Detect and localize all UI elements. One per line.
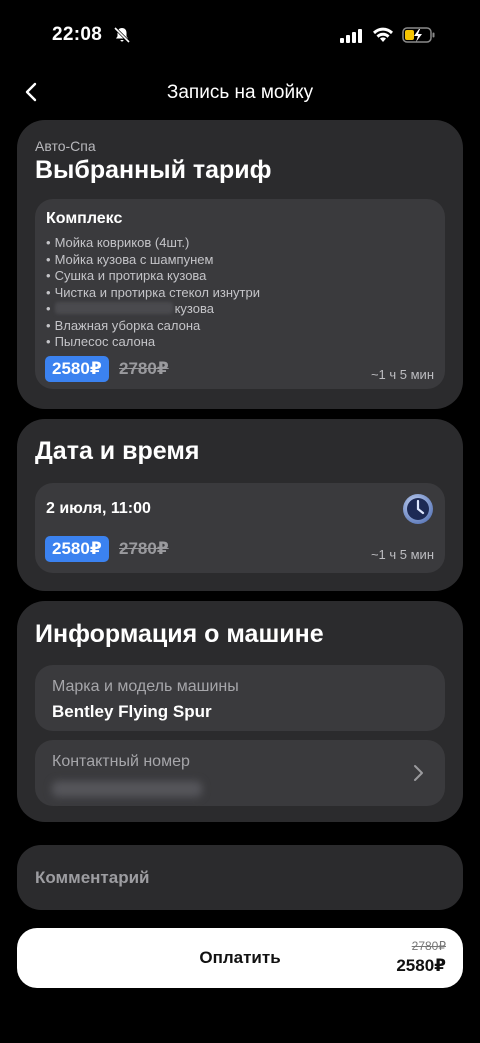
datetime-card: Дата и время 2 июля, 11:00 2580₽ 2780₽ ~… (17, 419, 463, 591)
cellular-signal-icon (340, 29, 362, 43)
car-model-label: Марка и модель машины (52, 678, 239, 695)
status-bar: 22:08 (0, 0, 480, 70)
wifi-icon (373, 27, 393, 42)
service-item: Влажная уборка салона (46, 318, 260, 335)
page-title: Запись на мойку (166, 82, 314, 103)
phone-value-redacted (52, 781, 202, 797)
tariff-name: Комплекс (46, 210, 123, 227)
car-model-value: Bentley Flying Spur (52, 702, 212, 721)
tariff-card: Авто-Спа Выбранный тариф Комплекс Мойка … (17, 120, 463, 409)
datetime-selector[interactable]: 2 июля, 11:00 2580₽ 2780₽ ~1 ч 5 мин (35, 483, 445, 573)
price-discounted: 2580₽ (45, 536, 109, 562)
washer-brand: Авто-Спа (35, 138, 96, 154)
service-item: Мойка кузова с шампунем (46, 252, 260, 269)
pay-price-total: 2580₽ (396, 956, 446, 975)
bell-muted-icon (113, 26, 131, 44)
service-item: Пылесос салона (46, 334, 260, 351)
tariff-heading: Выбранный тариф (35, 156, 272, 184)
services-list: Мойка ковриков (4шт.) Мойка кузова с шам… (46, 235, 260, 351)
chevron-right-icon (414, 765, 423, 781)
redacted-text (54, 302, 173, 314)
service-item: Сушка и протирка кузова (46, 268, 260, 285)
clock-icon (403, 494, 433, 524)
service-item: Чистка и протирка стекол изнутри (46, 285, 260, 302)
duration-label: ~1 ч 5 мин (370, 547, 434, 562)
price-original: 2780₽ (119, 539, 169, 558)
price-original: 2780₽ (119, 359, 169, 378)
datetime-heading: Дата и время (35, 437, 200, 465)
price-discounted: 2580₽ (45, 356, 109, 382)
service-item-text: кузова (174, 301, 214, 316)
datetime-value: 2 июля, 11:00 (46, 500, 151, 517)
service-item: Мойка ковриков (4шт.) (46, 235, 260, 252)
battery-charging-icon (402, 27, 435, 43)
status-time: 22:08 (52, 24, 103, 45)
duration-label: ~1 ч 5 мин (370, 367, 434, 382)
tariff-details[interactable]: Комплекс Мойка ковриков (4шт.) Мойка куз… (35, 199, 445, 389)
phone-field[interactable]: Контактный номер (35, 740, 445, 806)
comment-field[interactable]: Комментарий (17, 845, 463, 910)
car-info-heading: Информация о машине (35, 620, 324, 648)
phone-label: Контактный номер (52, 753, 190, 770)
car-info-card: Информация о машине Марка и модель машин… (17, 601, 463, 822)
car-model-field[interactable]: Марка и модель машины Bentley Flying Spu… (35, 665, 445, 731)
pay-button[interactable]: Оплатить 2780₽ 2580₽ (17, 928, 463, 988)
service-item: кузова (46, 301, 260, 318)
pay-price-original: 2780₽ (411, 939, 446, 953)
comment-placeholder: Комментарий (35, 868, 150, 887)
